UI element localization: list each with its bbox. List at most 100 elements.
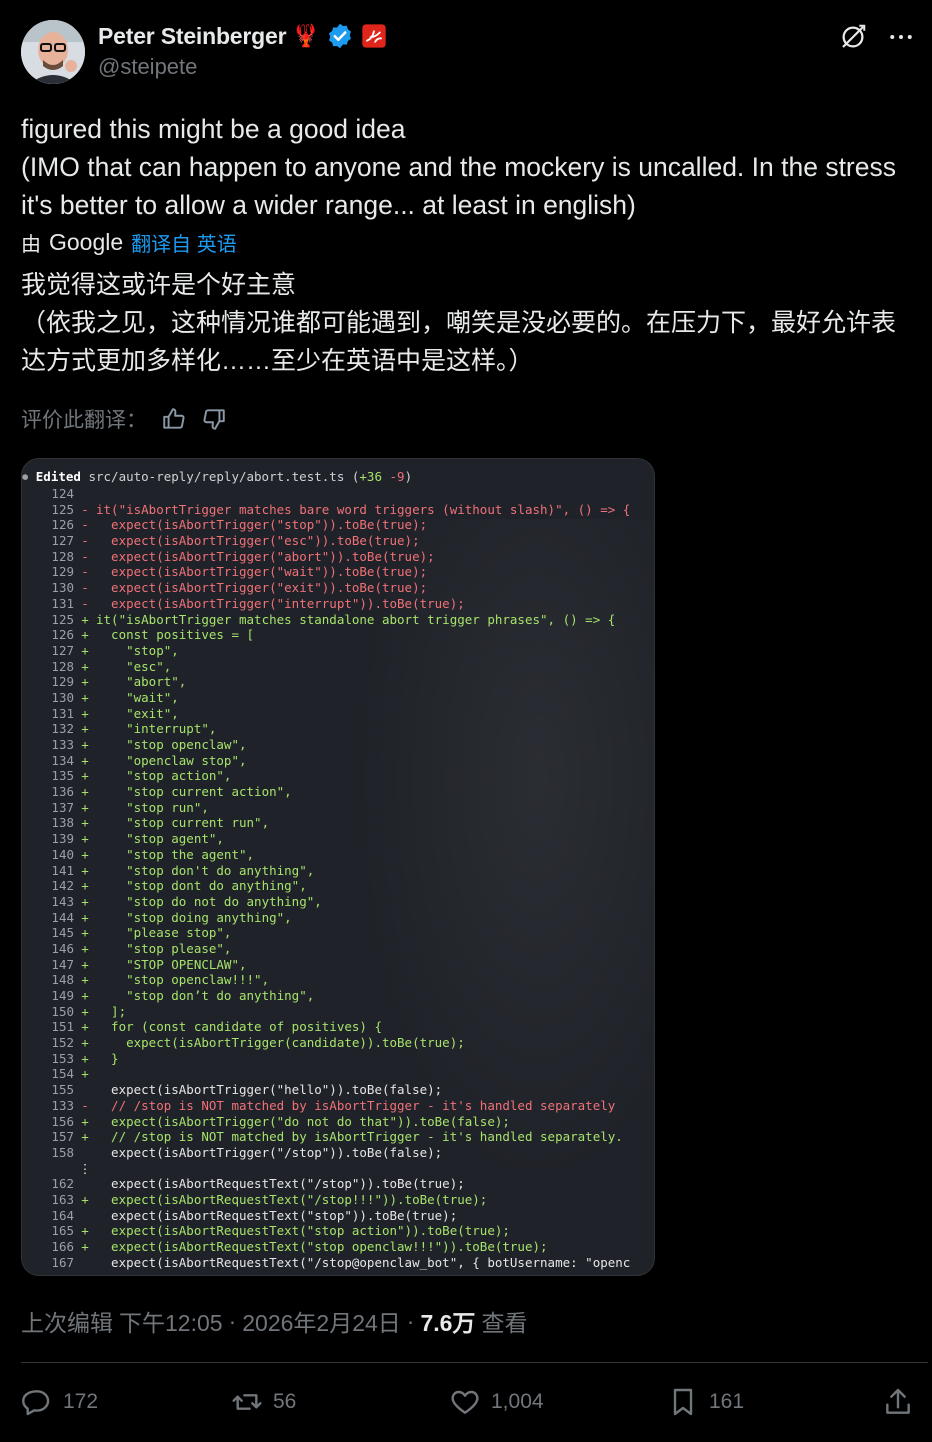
diff-line: 163 + expect(isAbortRequestText("/stop!!!… xyxy=(22,1192,654,1208)
diff-line: 158 expect(isAbortTrigger("/stop")).toBe… xyxy=(22,1144,654,1161)
diff-line: 164 expect(isAbortRequestText("stop")).t… xyxy=(22,1207,654,1224)
google-logo: Google xyxy=(49,229,124,255)
line-number: 145 xyxy=(51,925,74,941)
repost-button[interactable]: 56 xyxy=(231,1386,449,1418)
code-text: expect(isAbortTrigger("/stop")).toBe(fal… xyxy=(96,1144,443,1160)
line-number: 140 xyxy=(51,846,74,862)
thumbs-up-icon[interactable] xyxy=(161,406,187,432)
views-count: 7.6万 xyxy=(420,1310,476,1336)
diff-marker: + xyxy=(81,925,89,941)
diff-marker: - xyxy=(81,517,89,533)
tweet-line: figured this might be a good idea xyxy=(21,114,406,144)
diff-line: 137 + "stop run", xyxy=(22,799,654,816)
diff-marker xyxy=(74,1082,96,1098)
code-text: "stop run", xyxy=(96,799,209,815)
diff-line: 130- expect(isAbortTrigger("exit")).toBe… xyxy=(22,580,654,596)
translated-line: 我觉得这或许是个好主意 xyxy=(21,271,297,299)
diff-line: 139 + "stop agent", xyxy=(22,831,654,847)
tweet-line: (IMO that can happen to anyone and the m… xyxy=(21,152,904,220)
rate-translation-label: 评价此翻译： xyxy=(21,409,147,432)
line-number: 141 xyxy=(51,862,74,878)
diff-line: 132 + "interrupt", xyxy=(22,721,654,737)
diff-line: 127 + "stop", xyxy=(22,642,654,659)
reply-button[interactable]: 172 xyxy=(21,1386,231,1418)
action-bar: 172 56 1,004 161 xyxy=(21,1382,922,1422)
reply-icon xyxy=(21,1386,53,1418)
diff-marker: + xyxy=(81,705,89,721)
thumbs-down-icon[interactable] xyxy=(201,406,227,432)
translation-attribution: 由 Google 翻译自 英语 xyxy=(21,228,237,257)
line-number: 135 xyxy=(51,768,74,784)
code-text: "stop doing anything", xyxy=(96,909,292,925)
code-text: "stop please", xyxy=(96,940,232,956)
diff-added-count: +36 xyxy=(359,469,382,484)
code-text: ]; xyxy=(96,1003,127,1019)
line-number: 137 xyxy=(51,799,74,815)
grok-icon[interactable] xyxy=(838,22,868,52)
diff-line: 157 + // /stop is NOT matched by isAbortT… xyxy=(22,1129,654,1145)
line-number: 167 xyxy=(51,1254,74,1270)
diff-line: 148 + "stop openclaw!!!", xyxy=(22,972,654,988)
handle[interactable]: @steipete xyxy=(98,54,388,80)
bookmark-button[interactable]: 161 xyxy=(667,1386,882,1418)
bookmark-icon xyxy=(667,1386,699,1418)
diff-marker: + xyxy=(81,752,89,768)
diff-line: 138 + "stop current run", xyxy=(22,815,654,831)
diff-line: 133 + "stop openclaw", xyxy=(22,737,654,753)
tweet-time[interactable]: 下午12:05 xyxy=(119,1304,223,1338)
translated-by-label: 由 xyxy=(21,234,41,256)
code-text: expect(isAbortRequestText("stop")).toBe(… xyxy=(96,1207,458,1223)
lobster-emoji: 🦞 xyxy=(292,23,320,48)
code-text: "esc", xyxy=(96,658,172,674)
line-number: 127 xyxy=(51,642,74,658)
code-text: it("isAbortTrigger matches standalone ab… xyxy=(96,611,616,627)
line-number: 136 xyxy=(51,784,74,800)
share-button[interactable] xyxy=(882,1386,914,1418)
diff-marker: + xyxy=(81,1066,89,1082)
affiliate-badge-icon[interactable] xyxy=(360,22,388,50)
diff-line: 143 + "stop do not do anything", xyxy=(22,893,654,910)
diff-line: 156 + expect(isAbortTrigger("do not do th… xyxy=(22,1114,654,1130)
line-number: 147 xyxy=(51,956,74,972)
line-number: 152 xyxy=(51,1035,74,1051)
translated-from-link[interactable]: 翻译自 英语 xyxy=(131,228,237,257)
diff-header: ⏺ Edited src/auto-reply/reply/abort.test… xyxy=(22,469,413,484)
repost-count: 56 xyxy=(273,1390,297,1413)
line-number: 143 xyxy=(51,893,74,909)
display-name[interactable]: Peter Steinberger xyxy=(98,23,287,50)
diff-marker: + xyxy=(81,909,89,925)
divider xyxy=(21,1362,928,1363)
code-text: for (const candidate of positives) { xyxy=(96,1019,382,1035)
diff-line: 126 + const positives = [ xyxy=(22,627,654,643)
diff-line: 130 + "wait", xyxy=(22,690,654,706)
like-button[interactable]: 1,004 xyxy=(449,1386,667,1418)
diff-line: 150 + ]; xyxy=(22,1003,654,1020)
code-text: "stop don’t do anything", xyxy=(96,988,315,1003)
diff-marker: + xyxy=(81,846,89,862)
code-text: "stop do not do anything", xyxy=(96,893,322,909)
diff-line: 126- expect(isAbortTrigger("stop")).toBe… xyxy=(22,517,654,533)
tweet-meta: 上次编辑 下午12:05 · 2026年2月24日 · 7.6万 查看 xyxy=(21,1304,527,1338)
code-text: "stop agent", xyxy=(96,831,224,847)
diff-marker: + xyxy=(81,721,89,737)
diff-marker: + xyxy=(81,1035,89,1051)
diff-file: src/auto-reply/reply/abort.test.ts xyxy=(88,469,345,484)
diff-marker: + xyxy=(81,878,89,894)
code-screenshot[interactable]: ⏺ Edited src/auto-reply/reply/abort.test… xyxy=(21,458,655,1276)
line-number: 133 xyxy=(51,737,74,752)
avatar[interactable] xyxy=(21,20,85,84)
more-options-icon[interactable] xyxy=(886,22,916,52)
verified-badge-icon[interactable] xyxy=(326,22,354,50)
edited-marker[interactable]: 上次编辑 xyxy=(21,1304,113,1338)
line-number: 131 xyxy=(51,595,74,611)
tweet-date[interactable]: 2026年2月24日 xyxy=(242,1304,401,1338)
diff-marker xyxy=(74,1145,96,1161)
line-number: 150 xyxy=(51,1003,74,1019)
code-text: expect(isAbortRequestText("/stop@opencla… xyxy=(96,1254,631,1270)
diff-marker: + xyxy=(81,940,89,956)
code-text: expect(isAbortTrigger("esc")).toBe(true)… xyxy=(96,533,420,549)
diff-marker: - xyxy=(81,548,89,564)
diff-line: 162 expect(isAbortRequestText("/stop")).… xyxy=(22,1176,654,1192)
code-text: "openclaw stop", xyxy=(96,752,247,768)
